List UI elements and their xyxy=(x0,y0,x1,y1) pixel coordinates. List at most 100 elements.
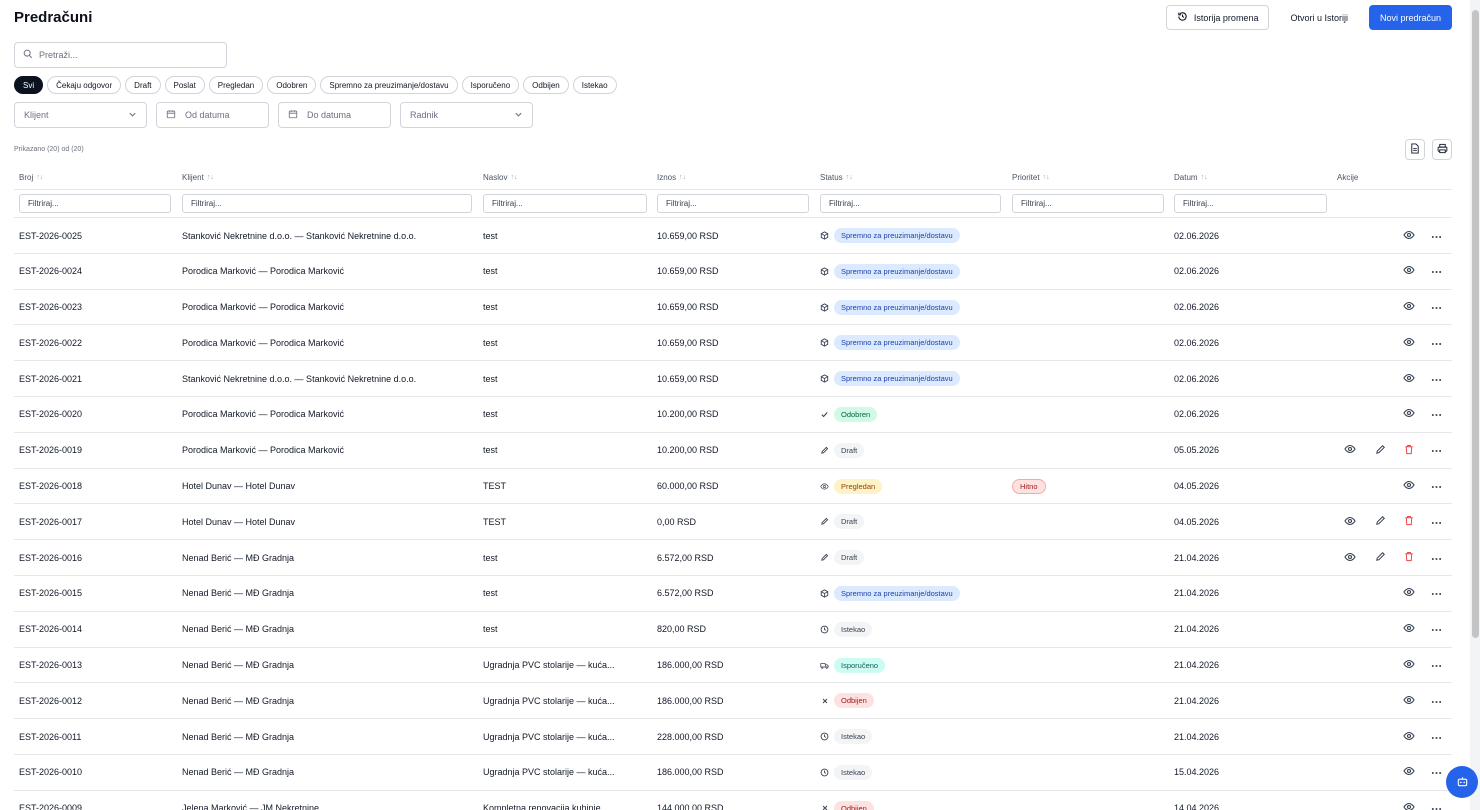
edit-button[interactable] xyxy=(1372,540,1388,575)
view-button[interactable] xyxy=(1342,433,1358,468)
column-header-status[interactable]: Status ↑↓ xyxy=(820,173,853,182)
from-date-picker[interactable]: Od datuma xyxy=(156,102,269,128)
column-header-title[interactable]: Naslov ↑↓ xyxy=(483,173,517,182)
estimate-number[interactable]: EST-2026-0022 xyxy=(19,325,174,360)
table-row[interactable]: EST-2026-0013 Nenad Berić — MĐ Gradnja Ugr… xyxy=(14,648,1452,684)
history-button[interactable]: Istorija promena xyxy=(1165,5,1270,30)
estimate-number[interactable]: EST-2026-0021 xyxy=(19,361,174,396)
table-row[interactable]: EST-2026-0024 Porodica Marković — Porodic… xyxy=(14,254,1452,290)
status-chip[interactable]: Draft xyxy=(125,76,161,94)
delete-button[interactable] xyxy=(1401,540,1417,575)
estimate-number[interactable]: EST-2026-0024 xyxy=(19,254,174,289)
estimate-number[interactable]: EST-2026-0013 xyxy=(19,648,174,683)
column-header-date[interactable]: Datum ↑↓ xyxy=(1174,173,1208,182)
more-actions-button[interactable] xyxy=(1428,683,1444,718)
edit-button[interactable] xyxy=(1372,504,1388,539)
status-chip[interactable]: Čekaju odgovor xyxy=(47,76,122,94)
estimate-number[interactable]: EST-2026-0017 xyxy=(19,504,174,539)
delete-button[interactable] xyxy=(1401,433,1417,468)
more-actions-button[interactable] xyxy=(1428,648,1444,683)
column-header-priority[interactable]: Prioritet ↑↓ xyxy=(1012,173,1050,182)
view-button[interactable] xyxy=(1401,290,1417,325)
client-select[interactable]: Klijent xyxy=(14,102,147,128)
to-date-picker[interactable]: Do datuma xyxy=(278,102,391,128)
status-chip[interactable]: Poslat xyxy=(164,76,205,94)
view-button[interactable] xyxy=(1401,719,1417,754)
column-header-number[interactable]: Broj ↑↓ xyxy=(19,173,43,182)
estimate-number[interactable]: EST-2026-0019 xyxy=(19,433,174,468)
view-button[interactable] xyxy=(1401,683,1417,718)
filter-priority-input[interactable] xyxy=(1012,194,1164,213)
edit-button[interactable] xyxy=(1372,433,1388,468)
more-actions-button[interactable] xyxy=(1428,325,1444,360)
table-row[interactable]: EST-2026-0010 Nenad Berić — MĐ Gradnja Ugr… xyxy=(14,755,1452,791)
view-button[interactable] xyxy=(1401,469,1417,504)
more-actions-button[interactable] xyxy=(1428,361,1444,396)
table-row[interactable]: EST-2026-0021 Stanković Nekretnine d.o.o.… xyxy=(14,361,1452,397)
filter-amount-input[interactable] xyxy=(657,194,809,213)
table-row[interactable]: EST-2026-0012 Nenad Berić — MĐ Gradnja Ugr… xyxy=(14,683,1452,720)
view-button[interactable] xyxy=(1401,576,1417,611)
vertical-scrollbar[interactable] xyxy=(1470,0,1480,810)
filter-status-input[interactable] xyxy=(820,194,1001,213)
more-actions-button[interactable] xyxy=(1428,504,1444,539)
view-button[interactable] xyxy=(1401,325,1417,360)
table-row[interactable]: EST-2026-0019 Porodica Marković — Porodic… xyxy=(14,433,1452,469)
print-button[interactable] xyxy=(1432,139,1452,160)
view-button[interactable] xyxy=(1342,504,1358,539)
table-row[interactable]: EST-2026-0017 Hotel Dunav — Hotel Dunav TE… xyxy=(14,504,1452,541)
status-chip[interactable]: Odbijen xyxy=(523,76,569,94)
view-button[interactable] xyxy=(1401,612,1417,647)
status-chip[interactable]: Istekao xyxy=(572,76,617,94)
column-header-amount[interactable]: Iznos ↑↓ xyxy=(657,173,686,182)
search-input[interactable] xyxy=(39,50,219,60)
filter-title-input[interactable] xyxy=(483,194,647,213)
delete-button[interactable] xyxy=(1401,504,1417,539)
estimate-number[interactable]: EST-2026-0015 xyxy=(19,576,174,611)
new-estimate-button[interactable]: Novi predračun xyxy=(1368,5,1452,30)
table-row[interactable]: EST-2026-0018 Hotel Dunav — Hotel Dunav TE… xyxy=(14,469,1452,505)
view-button[interactable] xyxy=(1401,791,1417,810)
more-actions-button[interactable] xyxy=(1428,540,1444,575)
view-button[interactable] xyxy=(1401,218,1417,253)
estimate-number[interactable]: EST-2026-0018 xyxy=(19,469,174,504)
table-row[interactable]: EST-2026-0016 Nenad Berić — MĐ Gradnja tes… xyxy=(14,540,1452,576)
estimate-number[interactable]: EST-2026-0025 xyxy=(19,218,174,253)
filter-number-input[interactable] xyxy=(19,194,171,213)
estimate-number[interactable]: EST-2026-0020 xyxy=(19,397,174,432)
export-document-button[interactable] xyxy=(1405,139,1425,160)
estimate-number[interactable]: EST-2026-0016 xyxy=(19,540,174,575)
table-row[interactable]: EST-2026-0023 Porodica Marković — Porodic… xyxy=(14,290,1452,326)
more-actions-button[interactable] xyxy=(1428,612,1444,647)
estimate-number[interactable]: EST-2026-0009 xyxy=(19,791,174,810)
table-row[interactable]: EST-2026-0011 Nenad Berić — MĐ Gradnja Ugr… xyxy=(14,719,1452,755)
more-actions-button[interactable] xyxy=(1428,397,1444,432)
open-history-button[interactable]: Otvori u Istoriji xyxy=(1279,5,1359,30)
more-actions-button[interactable] xyxy=(1428,755,1444,790)
table-row[interactable]: EST-2026-0025 Stanković Nekretnine d.o.o.… xyxy=(14,218,1452,254)
estimate-number[interactable]: EST-2026-0011 xyxy=(19,719,174,754)
table-row[interactable]: EST-2026-0014 Nenad Berić — MĐ Gradnja tes… xyxy=(14,612,1452,648)
estimate-number[interactable]: EST-2026-0023 xyxy=(19,290,174,325)
more-actions-button[interactable] xyxy=(1428,719,1444,754)
more-actions-button[interactable] xyxy=(1428,469,1444,504)
assistant-fab-button[interactable] xyxy=(1446,766,1478,798)
view-button[interactable] xyxy=(1401,755,1417,790)
view-button[interactable] xyxy=(1342,540,1358,575)
column-header-client[interactable]: Klijent ↑↓ xyxy=(182,173,214,182)
table-row[interactable]: EST-2026-0022 Porodica Marković — Porodic… xyxy=(14,325,1452,362)
more-actions-button[interactable] xyxy=(1428,254,1444,289)
worker-select[interactable]: Radnik xyxy=(400,102,533,128)
status-chip[interactable]: Odobren xyxy=(267,76,317,94)
more-actions-button[interactable] xyxy=(1428,791,1444,810)
scrollbar-thumb[interactable] xyxy=(1472,10,1479,638)
view-button[interactable] xyxy=(1401,361,1417,396)
filter-date-input[interactable] xyxy=(1174,194,1327,213)
filter-client-input[interactable] xyxy=(182,194,472,213)
estimate-number[interactable]: EST-2026-0012 xyxy=(19,683,174,718)
table-row[interactable]: EST-2026-0020 Porodica Marković — Porodic… xyxy=(14,397,1452,433)
more-actions-button[interactable] xyxy=(1428,433,1444,468)
more-actions-button[interactable] xyxy=(1428,576,1444,611)
status-chip[interactable]: Pregledan xyxy=(208,76,264,94)
more-actions-button[interactable] xyxy=(1428,218,1444,253)
